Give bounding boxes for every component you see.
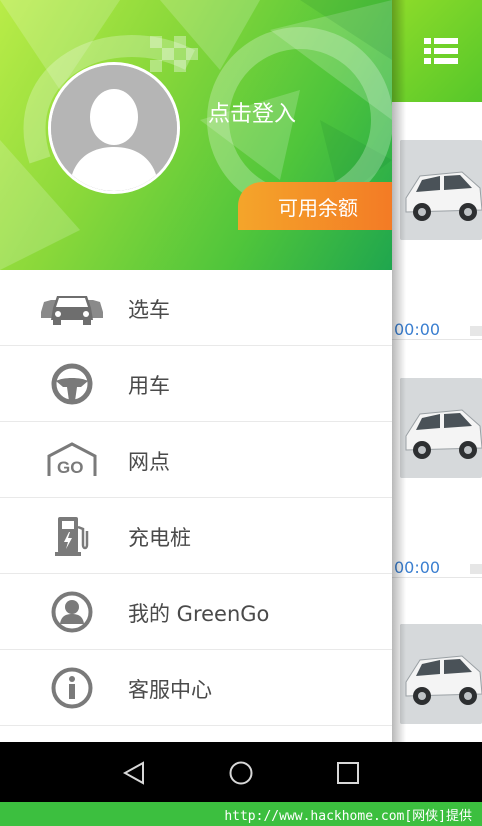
list-menu-icon[interactable] xyxy=(424,38,458,64)
menu-item-label: 充电桩 xyxy=(128,526,191,550)
menu-item-label: 用车 xyxy=(128,374,170,398)
menu-item-label: 选车 xyxy=(128,298,170,322)
menu-item-label: 客服中心 xyxy=(128,678,212,702)
drawer-header: 可用余额 点击登入 xyxy=(0,0,392,270)
go-garage-icon: GO xyxy=(40,438,104,482)
menu-item-charging-pile[interactable]: 充电桩 xyxy=(0,498,392,574)
steering-wheel-icon xyxy=(40,362,104,406)
menu-item-label: 网点 xyxy=(128,450,170,474)
watermark-text: http://www.hackhome.com[网侠]提供 xyxy=(224,809,472,824)
charging-station-icon xyxy=(40,514,104,558)
menu-item-outlets[interactable]: GO 网点 xyxy=(0,422,392,498)
cars-icon xyxy=(40,286,104,330)
info-icon xyxy=(40,666,104,710)
home-icon[interactable] xyxy=(228,760,254,786)
drawer-shadow xyxy=(392,0,406,742)
watermark-bar: http://www.hackhome.com[网侠]提供 xyxy=(0,802,482,826)
car-image xyxy=(400,140,482,240)
menu-item-my-greengo[interactable]: 我的 GreenGo xyxy=(0,574,392,650)
car-image xyxy=(400,378,482,478)
drawer-menu: 选车 用车 GO 网点 充电桩 我的 GreenGo 客服中心 xyxy=(0,270,392,742)
avatar[interactable] xyxy=(48,62,180,194)
screen: 00:00 00:00 可用余额 点击登入 选车 用车 GO 网点 充电桩 我的… xyxy=(0,0,482,826)
available-balance-label[interactable]: 可用余额 xyxy=(278,192,358,221)
menu-item-label: 我的 GreenGo xyxy=(128,602,270,626)
back-icon[interactable] xyxy=(121,760,147,786)
car-image xyxy=(400,624,482,724)
menu-item-select-car[interactable]: 选车 xyxy=(0,270,392,346)
user-silhouette-icon xyxy=(51,65,177,191)
user-profile-icon xyxy=(40,590,104,634)
menu-item-use-car[interactable]: 用车 xyxy=(0,346,392,422)
recent-apps-icon[interactable] xyxy=(335,760,361,786)
login-link[interactable]: 点击登入 xyxy=(208,96,296,128)
menu-item-customer-service[interactable]: 客服中心 xyxy=(0,650,392,726)
svg-text:GO: GO xyxy=(57,458,83,477)
status-pill xyxy=(470,564,482,574)
navigation-drawer: 可用余额 点击登入 选车 用车 GO 网点 充电桩 我的 GreenGo 客服中… xyxy=(0,0,392,742)
system-navigation-bar xyxy=(0,742,482,802)
status-pill xyxy=(470,326,482,336)
